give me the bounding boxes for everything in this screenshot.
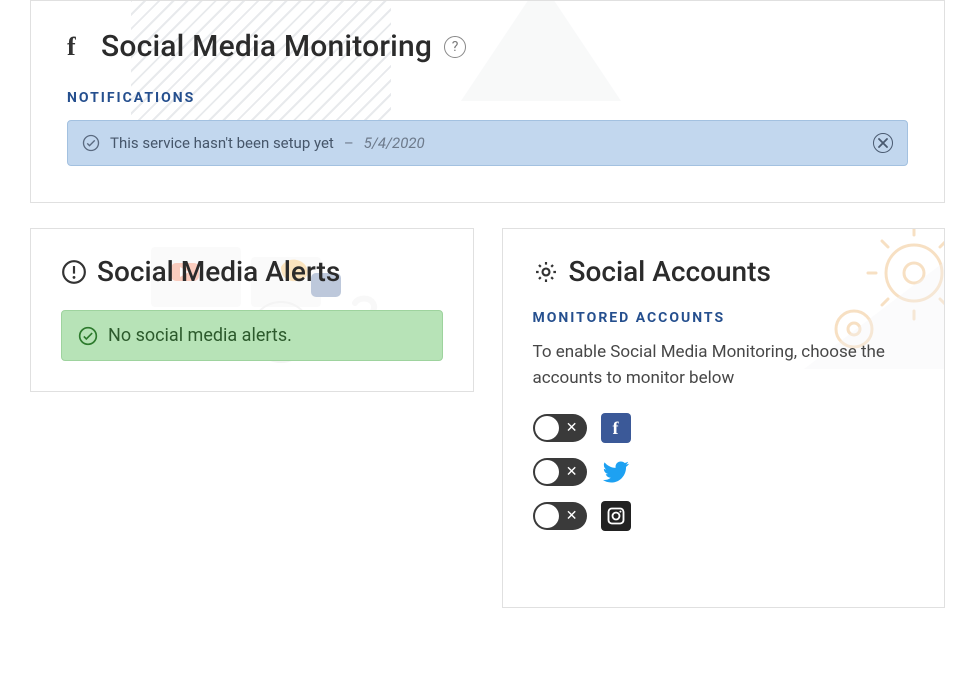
x-icon: ✕ xyxy=(566,509,578,523)
help-icon[interactable]: ? xyxy=(444,36,466,58)
monitored-accounts-label: MONITORED ACCOUNTS xyxy=(533,310,915,326)
twitter-icon xyxy=(601,457,631,487)
notification-banner: This service hasn't been setup yet – 5/4… xyxy=(67,120,908,166)
page-title-row: f Social Media Monitoring ? xyxy=(67,29,908,64)
no-alerts-message: No social media alerts. xyxy=(108,325,292,346)
social-alerts-panel: Social Media Alerts No social media aler… xyxy=(30,228,474,392)
toggle-instagram[interactable]: ✕ xyxy=(533,502,587,530)
toggle-facebook[interactable]: ✕ xyxy=(533,414,587,442)
notification-date: 5/4/2020 xyxy=(364,134,425,152)
x-icon: ✕ xyxy=(566,421,578,435)
notifications-section-label: NOTIFICATIONS xyxy=(67,90,908,106)
account-row-twitter: ✕ xyxy=(533,457,915,487)
monitoring-hero-panel: f Social Media Monitoring ? NOTIFICATION… xyxy=(30,0,945,203)
toggle-twitter[interactable]: ✕ xyxy=(533,458,587,486)
accounts-title-row: Social Accounts xyxy=(533,255,915,288)
alerts-title-row: Social Media Alerts xyxy=(61,255,443,288)
account-row-facebook: ✕ f xyxy=(533,413,915,443)
account-row-instagram: ✕ xyxy=(533,501,915,531)
facebook-icon: f xyxy=(601,413,631,443)
checkmark-circle-icon xyxy=(82,134,100,152)
dismiss-notification-button[interactable] xyxy=(873,133,893,153)
no-alerts-banner: No social media alerts. xyxy=(61,310,443,361)
social-accounts-panel: Social Accounts MONITORED ACCOUNTS To en… xyxy=(502,228,946,608)
alerts-title: Social Media Alerts xyxy=(97,255,340,288)
gear-icon xyxy=(533,259,559,285)
instagram-icon xyxy=(601,501,631,531)
notification-separator: – xyxy=(344,134,354,152)
accounts-description: To enable Social Media Monitoring, choos… xyxy=(533,340,915,391)
warning-circle-icon xyxy=(61,259,87,285)
facebook-outline-icon: f xyxy=(67,32,89,62)
checkmark-circle-icon xyxy=(78,326,98,346)
accounts-title: Social Accounts xyxy=(569,255,771,288)
page-title: Social Media Monitoring xyxy=(101,29,432,64)
x-icon: ✕ xyxy=(566,465,578,479)
notification-message: This service hasn't been setup yet xyxy=(110,134,334,152)
